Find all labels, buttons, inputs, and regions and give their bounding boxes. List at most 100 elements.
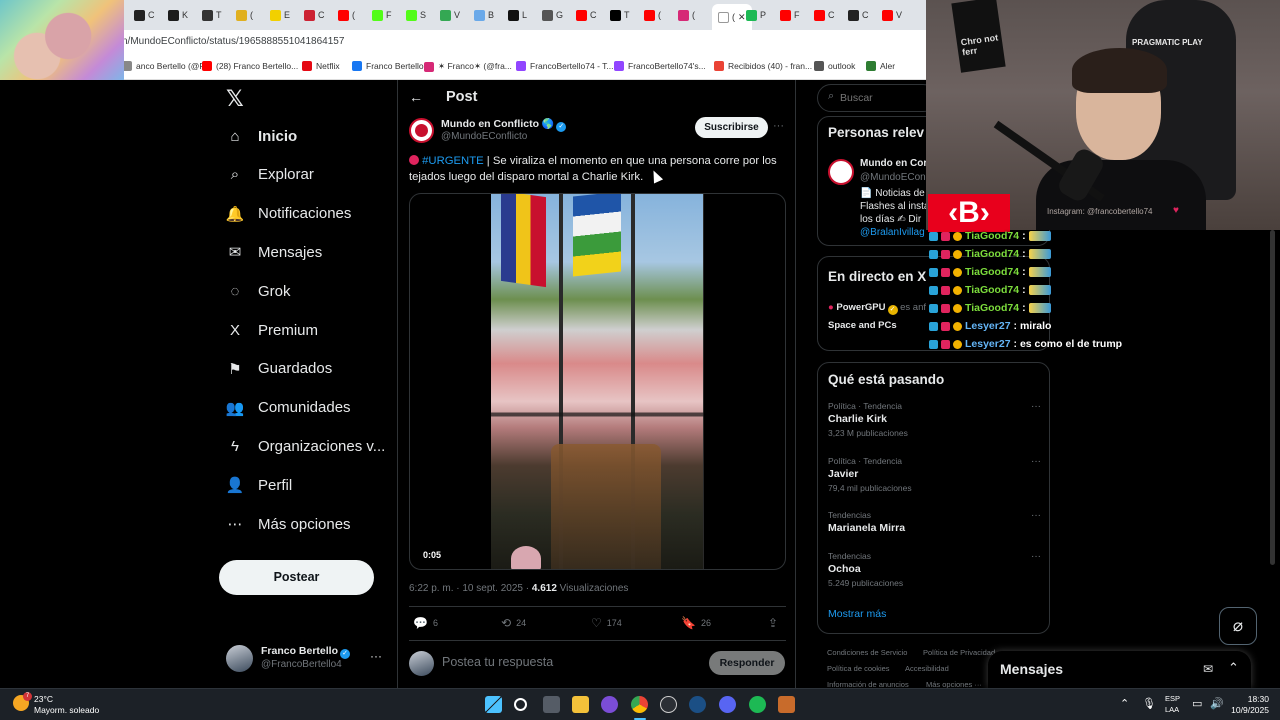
- browser-tab[interactable]: V: [440, 3, 460, 27]
- task-view-icon[interactable]: [543, 696, 560, 713]
- reply-input[interactable]: Postea tu respuesta: [442, 655, 553, 669]
- bookmark-item[interactable]: Aler: [866, 61, 895, 71]
- footer-link[interactable]: Política de cookies: [827, 664, 890, 673]
- sidebar-item-more[interactable]: ⋯ Más opciones: [226, 515, 351, 534]
- network-icon[interactable]: ▭: [1192, 697, 1202, 710]
- trend-item[interactable]: Tendencias Marianela Mirra ···: [828, 510, 1041, 534]
- browser-tab[interactable]: K: [168, 3, 188, 27]
- author-avatar[interactable]: [409, 118, 434, 143]
- new-message-icon[interactable]: ✉: [1203, 662, 1213, 676]
- address-bar[interactable]: n/MundoEConflicto/status/196588855104186…: [0, 30, 926, 56]
- reply-action[interactable]: 💬 6: [413, 616, 438, 630]
- bookmark-item[interactable]: FrancoBertello74's...: [614, 61, 706, 71]
- browser-tab[interactable]: C: [304, 3, 325, 27]
- account-switcher[interactable]: Franco Bertello ✓ @FrancoBertello4 ···: [226, 645, 386, 675]
- relevant-handle[interactable]: @MundoECon: [860, 172, 926, 183]
- app-icon[interactable]: [601, 696, 618, 713]
- footer-link[interactable]: Accesibilidad: [905, 664, 949, 673]
- bookmark-item[interactable]: Netflix: [302, 61, 340, 71]
- browser-tab[interactable]: V: [882, 3, 902, 27]
- browser-tab[interactable]: (: [678, 3, 695, 27]
- browser-tab[interactable]: C: [814, 3, 835, 27]
- browser-tab[interactable]: (: [644, 3, 661, 27]
- search-box[interactable]: ⌕: [817, 84, 937, 112]
- chevron-up-icon[interactable]: ⌃: [1228, 660, 1239, 676]
- sidebar-item-messages[interactable]: ✉ Mensajes: [226, 243, 323, 262]
- obs-icon[interactable]: [660, 696, 677, 713]
- weather-description[interactable]: Mayorm. soleado: [34, 705, 99, 715]
- more-icon[interactable]: ···: [370, 649, 382, 663]
- author-avatar[interactable]: [828, 159, 854, 185]
- browser-tab[interactable]: B: [474, 3, 494, 27]
- browser-tab[interactable]: G: [542, 3, 563, 27]
- keyboard-layout[interactable]: LAA: [1165, 705, 1179, 714]
- trend-item[interactable]: Tendencias Ochoa 5.249 publicaciones ···: [828, 551, 1041, 588]
- sidebar-item-bookmarks[interactable]: ⚑ Guardados: [226, 360, 332, 378]
- microphone-icon[interactable]: 🎙: [1142, 697, 1156, 710]
- spotify-icon[interactable]: [749, 696, 766, 713]
- messages-drawer[interactable]: Mensajes ✉ ⌃: [988, 651, 1251, 688]
- more-icon[interactable]: ···: [1031, 456, 1041, 467]
- video-player[interactable]: 0:05: [409, 193, 786, 570]
- author-handle[interactable]: @MundoEConflicto: [441, 131, 527, 142]
- back-arrow-icon[interactable]: ←: [409, 89, 423, 105]
- bookmark-item[interactable]: ✶ Franco✶ (@fra...: [424, 61, 512, 72]
- sidebar-item-explore[interactable]: ⌕ Explorar: [226, 166, 314, 184]
- bookmark-item[interactable]: Franco Bertello: [352, 61, 424, 71]
- browser-tab[interactable]: F: [780, 3, 800, 27]
- browser-tab[interactable]: C: [134, 3, 155, 27]
- bookmark-item[interactable]: (28) Franco Bertello...: [202, 61, 298, 71]
- browser-tab[interactable]: T: [610, 3, 630, 27]
- steam-icon[interactable]: [689, 696, 706, 713]
- video-frame[interactable]: [491, 194, 704, 569]
- trend-item[interactable]: Política · Tendencia Javier 79,4 mil publi…: [828, 456, 1041, 493]
- more-icon[interactable]: ···: [1031, 510, 1041, 521]
- url-text[interactable]: n/MundoEConflicto/status/196588855104186…: [122, 36, 344, 47]
- browser-tab[interactable]: L: [508, 3, 527, 27]
- chrome-icon[interactable]: [631, 696, 648, 713]
- browser-tab[interactable]: P: [746, 3, 766, 27]
- author-name[interactable]: Mundo en Conflicto 🌎 ✓: [441, 118, 567, 132]
- sidebar-item-notifications[interactable]: 🔔 Notificaciones: [226, 205, 352, 223]
- bookmark-item[interactable]: anco Bertello (@F...: [122, 61, 211, 71]
- language-indicator[interactable]: ESP: [1165, 694, 1180, 703]
- close-icon[interactable]: ✕: [738, 12, 746, 23]
- post-button[interactable]: Postear: [219, 560, 374, 595]
- browser-tab[interactable]: (: [338, 3, 355, 27]
- more-icon[interactable]: ···: [1031, 551, 1041, 562]
- relevant-bio-link[interactable]: @BralanIvillag: [860, 227, 925, 238]
- repost-action[interactable]: ⟲ 24: [501, 616, 526, 630]
- more-icon[interactable]: ···: [773, 120, 784, 132]
- relevant-name[interactable]: Mundo en Cor: [860, 158, 927, 169]
- bookmark-item[interactable]: outlook: [814, 61, 855, 71]
- reply-button[interactable]: Responder: [709, 651, 785, 675]
- chevron-up-icon[interactable]: ⌃: [1120, 697, 1129, 710]
- browser-tab[interactable]: C: [848, 3, 869, 27]
- clock-time[interactable]: 18:30: [1229, 694, 1269, 704]
- footer-link[interactable]: Política de Privacidad: [923, 648, 995, 657]
- share-action[interactable]: ⇪: [768, 616, 778, 630]
- show-more-link[interactable]: Mostrar más: [828, 608, 886, 620]
- subscribe-button[interactable]: Suscribirse: [695, 117, 768, 138]
- trend-item[interactable]: Política · Tendencia Charlie Kirk 3,23 M p…: [828, 401, 1041, 438]
- like-action[interactable]: ♡ 174: [591, 616, 622, 630]
- browser-tab[interactable]: C: [576, 3, 597, 27]
- live-host[interactable]: ● PowerGPU ✓ es anf: [828, 302, 926, 315]
- search-icon[interactable]: [514, 698, 527, 711]
- browser-tab[interactable]: (: [236, 3, 253, 27]
- weather-temperature[interactable]: 23°C: [34, 694, 53, 704]
- bookmark-item[interactable]: FrancoBertello74 - T...: [516, 61, 613, 71]
- bookmark-item[interactable]: Recibidos (40) - fran...: [714, 61, 812, 71]
- x-logo-icon[interactable]: 𝕏: [226, 88, 246, 110]
- windows-start-icon[interactable]: [485, 696, 502, 713]
- scrollbar[interactable]: [1270, 230, 1275, 565]
- sidebar-item-communities[interactable]: 👥 Comunidades: [226, 399, 351, 417]
- browser-tab[interactable]: T: [202, 3, 222, 27]
- live-space-title[interactable]: Space and PCs: [828, 320, 897, 331]
- browser-tab[interactable]: F: [372, 3, 392, 27]
- search-input[interactable]: [840, 91, 935, 105]
- hashtag-link[interactable]: #URGENTE: [422, 155, 484, 167]
- app-icon[interactable]: [778, 696, 795, 713]
- grok-icon[interactable]: ⌀: [1219, 607, 1257, 645]
- sidebar-item-grok[interactable]: ◌ Grok: [226, 282, 291, 300]
